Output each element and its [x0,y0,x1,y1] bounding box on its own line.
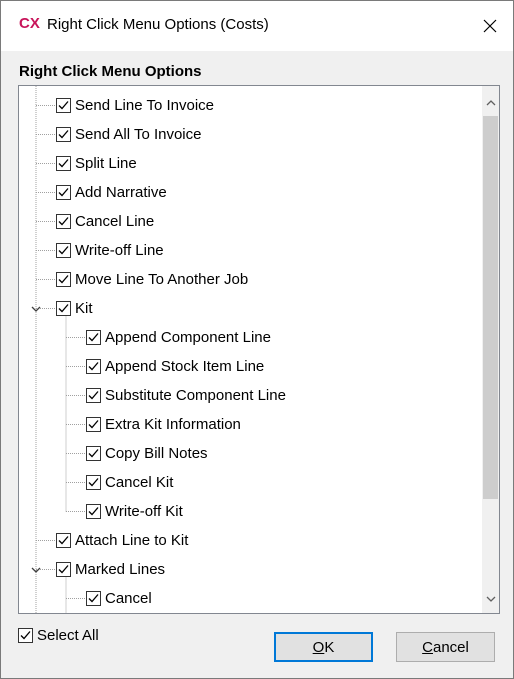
tree-item-label: Attach Line to Kit [75,532,189,549]
tree-item-label: Append Component Line [105,329,271,346]
checkbox-checked-icon[interactable] [56,214,71,229]
checkbox-checked-icon[interactable] [86,475,101,490]
tree-item-label: Send All To Invoice [75,126,202,143]
title-bar: CX Right Click Menu Options (Costs) [1,1,513,51]
checkbox-checked-icon[interactable] [86,330,101,345]
tree-item-label: Send Line To Invoice [75,97,214,114]
checkbox-checked-icon[interactable] [56,243,71,258]
chevron-down-icon[interactable] [30,564,42,576]
tree-item[interactable]: Cancel Kit [86,468,173,497]
tree-item-label: Marked Lines [75,561,166,578]
checkbox-checked-icon[interactable] [56,301,71,316]
tree-item[interactable]: Append Stock Item Line [86,352,264,381]
ok-label-rest: K [324,638,335,656]
cancel-accel: C [422,638,433,656]
checkbox-checked-icon[interactable] [56,533,71,548]
checkbox-checked-icon[interactable] [86,504,101,519]
tree-item-label: Move Line To Another Job [75,271,249,288]
tree-item-label: Split Line [75,155,137,172]
tree-item[interactable]: Write-off Line [56,236,164,265]
tree-item[interactable]: Send All To Invoice [56,120,201,149]
tree-item[interactable]: Split Line [56,149,137,178]
checkbox-checked-icon[interactable] [56,127,71,142]
tree-item[interactable]: Cancel Line [56,207,154,236]
app-logo-icon: CX [19,15,40,32]
checkbox-checked-icon[interactable] [56,272,71,287]
tree-item-label: Cancel Kit [105,474,174,491]
tree-item-label: Cancel [105,590,152,607]
scroll-down-button[interactable] [482,590,499,607]
ok-button[interactable]: OK [274,632,373,662]
select-all-check-icon [18,628,33,643]
close-icon [483,19,497,33]
tree-item[interactable]: Send Line To Invoice [56,91,214,120]
tree-item[interactable]: Kit [56,294,93,323]
checkbox-checked-icon[interactable] [86,446,101,461]
close-button[interactable] [467,1,513,51]
tree-item[interactable]: Cancel [86,584,152,613]
dialog-window: CX Right Click Menu Options (Costs) Righ… [0,0,514,679]
tree-item-label: Copy Bill Notes [105,445,208,462]
tree-item-label: Substitute Component Line [105,387,286,404]
checkbox-checked-icon[interactable] [86,591,101,606]
tree-item-label: Write-off Kit [105,503,183,520]
checkbox-checked-icon[interactable] [86,417,101,432]
tree-item-label: Write-off Line [75,242,164,259]
tree-item-label: Extra Kit Information [105,416,241,433]
tree-item-label: Cancel Line [75,213,155,230]
tree-item[interactable]: Write-off Kit [86,497,183,526]
tree-item[interactable]: Attach Line to Kit [56,526,188,555]
tree-item[interactable]: Substitute Component Line [86,381,286,410]
checkbox-checked-icon[interactable] [56,562,71,577]
cancel-button[interactable]: Cancel [396,632,495,662]
select-all-checkbox[interactable]: Select All [18,627,99,644]
vertical-scrollbar[interactable] [482,86,499,613]
tree-item[interactable]: Append Component Line [86,323,271,352]
chevron-down-icon [486,596,495,602]
checkbox-checked-icon[interactable] [56,185,71,200]
group-label: Right Click Menu Options [19,63,202,80]
tree-item-label: Append Stock Item Line [105,358,265,375]
tree-item[interactable]: Extra Kit Information [86,410,241,439]
tree-item[interactable]: Marked Lines [56,555,165,584]
tree-item[interactable]: Copy Bill Notes [86,439,208,468]
checkbox-checked-icon[interactable] [56,156,71,171]
cancel-label-rest: ancel [432,638,469,656]
chevron-down-icon[interactable] [30,303,42,315]
checkbox-checked-icon[interactable] [86,388,101,403]
scroll-thumb[interactable] [483,116,498,499]
checkbox-checked-icon[interactable] [86,359,101,374]
options-tree[interactable]: Send Line To Invoice Send All To Invoice S… [18,85,500,614]
tree-item-label: Add Narrative [75,184,167,201]
tree-item-label: Kit [75,300,93,317]
select-all-label: Select All [37,627,99,644]
chevron-up-icon [486,99,495,105]
checkbox-checked-icon[interactable] [56,98,71,113]
tree-item[interactable]: Move Line To Another Job [56,265,248,294]
tree-item[interactable]: Add Narrative [56,178,167,207]
ok-accel: O [312,638,325,656]
scroll-up-button[interactable] [482,94,499,111]
window-title: Right Click Menu Options (Costs) [47,16,269,33]
